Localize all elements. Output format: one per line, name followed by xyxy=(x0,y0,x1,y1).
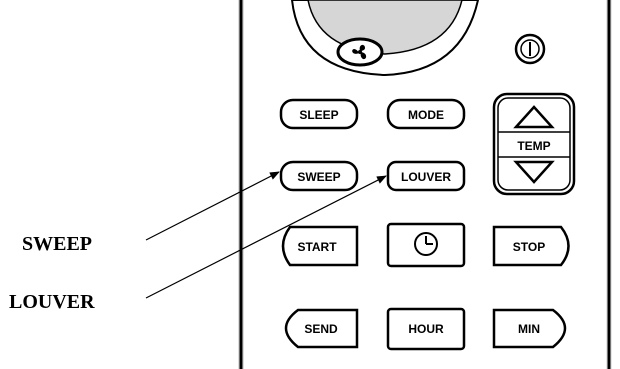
sweep-callout-label: SWEEP xyxy=(22,233,92,255)
sleep-button-label: SLEEP xyxy=(299,108,338,122)
min-button-label: MIN xyxy=(518,322,540,336)
temp-label: TEMP xyxy=(517,139,550,153)
mode-button[interactable]: MODE xyxy=(386,98,466,130)
clock-icon xyxy=(414,232,438,256)
power-button[interactable] xyxy=(514,33,546,65)
min-button[interactable]: MIN xyxy=(492,308,567,349)
sweep-button-label: SWEEP xyxy=(297,170,340,184)
sleep-button[interactable]: SLEEP xyxy=(279,98,359,130)
remote-control-diagram: SLEEP MODE TEMP SWEEP LOUVER START STOP … xyxy=(9,0,612,369)
stop-button-label: STOP xyxy=(513,240,545,254)
timer-button[interactable] xyxy=(386,222,466,268)
stop-button[interactable]: STOP xyxy=(492,225,570,267)
sweep-button[interactable]: SWEEP xyxy=(279,160,359,192)
louver-button-label: LOUVER xyxy=(401,170,451,184)
louver-callout-label: LOUVER xyxy=(9,291,95,313)
hour-button-label: HOUR xyxy=(408,322,444,336)
temp-rocker: TEMP xyxy=(492,92,576,196)
send-button[interactable]: SEND xyxy=(284,308,359,349)
fan-button[interactable] xyxy=(336,37,384,67)
louver-button[interactable]: LOUVER xyxy=(386,160,466,192)
start-button-label: START xyxy=(297,240,337,254)
hour-button[interactable]: HOUR xyxy=(386,307,466,351)
start-button[interactable]: START xyxy=(281,225,359,267)
mode-button-label: MODE xyxy=(408,108,444,122)
send-button-label: SEND xyxy=(304,322,338,336)
